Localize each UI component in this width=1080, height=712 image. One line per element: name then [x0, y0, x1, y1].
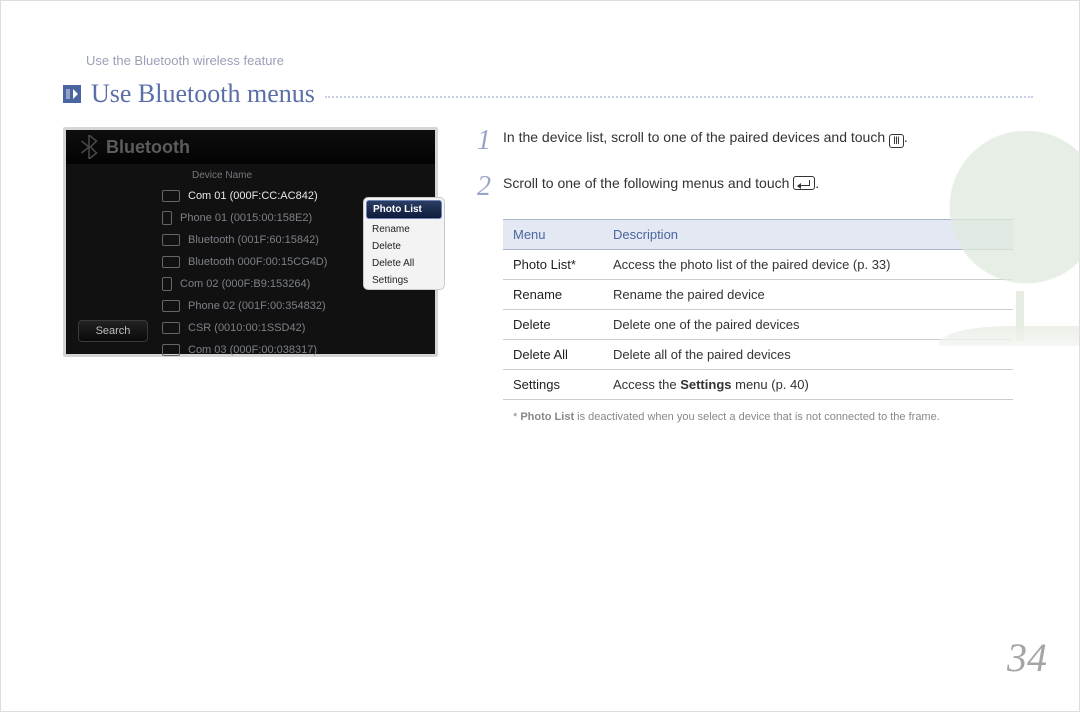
- device-label: Bluetooth 000F:00:15CG4D): [188, 256, 327, 268]
- list-item[interactable]: CSR (0010:00:1SSD42): [162, 317, 425, 339]
- step-text-part: In the device list, scroll to one of the…: [503, 129, 889, 145]
- bluetooth-icon: [80, 135, 98, 159]
- table-row: Settings Access the Settings menu (p. 40…: [503, 370, 1013, 400]
- menu-button-icon: Ⅲ: [889, 134, 904, 148]
- title-leader-dots: [325, 96, 1033, 98]
- table-row: Photo List* Access the photo list of the…: [503, 250, 1013, 280]
- step-text-part: .: [815, 175, 819, 191]
- step-1: 1 In the device list, scroll to one of t…: [469, 127, 1029, 155]
- step-text-part: Scroll to one of the following menus and…: [503, 175, 793, 191]
- step-number: 2: [469, 173, 491, 201]
- context-item-settings[interactable]: Settings: [364, 272, 444, 289]
- section-title-row: Use Bluetooth menus: [63, 79, 1033, 109]
- context-menu: Photo List Rename Delete Delete All Sett…: [364, 198, 444, 289]
- cell-desc-part: menu (p. 40): [732, 377, 809, 392]
- cell-menu: Rename: [503, 280, 603, 310]
- chevron-icon: [63, 85, 81, 103]
- footnote-rest: is deactivated when you select a device …: [574, 411, 940, 423]
- col-header-desc: Description: [603, 220, 1013, 250]
- footnote: * Photo List is deactivated when you sel…: [513, 410, 1003, 425]
- device-label: Com 02 (000F:B9:153264): [180, 278, 310, 290]
- cell-menu: Settings: [503, 370, 603, 400]
- cell-desc-part: Access the: [613, 377, 680, 392]
- computer-icon: [162, 300, 180, 312]
- cell-desc: Delete one of the paired devices: [603, 310, 1013, 340]
- computer-icon: [162, 190, 180, 202]
- search-button[interactable]: Search: [78, 320, 148, 342]
- cell-desc: Rename the paired device: [603, 280, 1013, 310]
- cell-desc-strong: Settings: [680, 377, 731, 392]
- device-label: Bluetooth (001F:60:15842): [188, 234, 319, 246]
- context-item-delete-all[interactable]: Delete All: [364, 255, 444, 272]
- step-text: In the device list, scroll to one of the…: [503, 127, 1029, 155]
- breadcrumb: Use the Bluetooth wireless feature: [86, 53, 284, 68]
- step-text-part: .: [904, 129, 908, 145]
- context-item-rename[interactable]: Rename: [364, 221, 444, 238]
- computer-icon: [162, 256, 180, 268]
- list-item[interactable]: Phone 02 (001F:00:354832): [162, 295, 425, 317]
- step-text: Scroll to one of the following menus and…: [503, 173, 1029, 201]
- menu-table: Menu Description Photo List* Access the …: [503, 219, 1013, 400]
- step-2: 2 Scroll to one of the following menus a…: [469, 173, 1029, 201]
- duck-icon: [975, 566, 1019, 596]
- device-label: Com 01 (000F:CC:AC842): [188, 190, 318, 202]
- step-number: 1: [469, 127, 491, 155]
- cell-desc: Delete all of the paired devices: [603, 340, 1013, 370]
- table-row: Delete Delete one of the paired devices: [503, 310, 1013, 340]
- duck-icon: [1001, 526, 1061, 566]
- device-label: CSR (0010:00:1SSD42): [188, 322, 305, 334]
- table-row: Delete All Delete all of the paired devi…: [503, 340, 1013, 370]
- device-header: Bluetooth: [66, 130, 435, 164]
- device-title: Bluetooth: [106, 137, 190, 158]
- instructions: 1 In the device list, scroll to one of t…: [469, 127, 1029, 425]
- computer-icon: [162, 322, 180, 334]
- computer-icon: [162, 344, 180, 356]
- context-item-delete[interactable]: Delete: [364, 238, 444, 255]
- cell-desc: Access the Settings menu (p. 40): [603, 370, 1013, 400]
- cell-menu: Delete: [503, 310, 603, 340]
- footnote-lead: Photo List: [517, 411, 574, 423]
- device-label: Com 03 (000F:00:038317): [188, 344, 317, 356]
- device-label: Phone 01 (0015:00:158E2): [180, 212, 312, 224]
- computer-icon: [162, 234, 180, 246]
- phone-icon: [162, 211, 172, 225]
- list-item[interactable]: Com 03 (000F:00:038317): [162, 339, 425, 361]
- device-list-header: Device Name: [162, 168, 425, 185]
- phone-icon: [162, 277, 172, 291]
- enter-button-icon: [793, 176, 815, 190]
- table-row: Rename Rename the paired device: [503, 280, 1013, 310]
- cell-desc: Access the photo list of the paired devi…: [603, 250, 1013, 280]
- section-title: Use Bluetooth menus: [91, 79, 315, 109]
- device-label: Phone 02 (001F:00:354832): [188, 300, 326, 312]
- col-header-menu: Menu: [503, 220, 603, 250]
- device-screenshot: Bluetooth Device Name Com 01 (000F:CC:AC…: [63, 127, 438, 357]
- cell-menu: Delete All: [503, 340, 603, 370]
- context-item-photo-list[interactable]: Photo List: [366, 200, 442, 219]
- page-number: 34: [1007, 634, 1047, 681]
- cell-menu: Photo List*: [503, 250, 603, 280]
- manual-page: Use the Bluetooth wireless feature Use B…: [0, 0, 1080, 712]
